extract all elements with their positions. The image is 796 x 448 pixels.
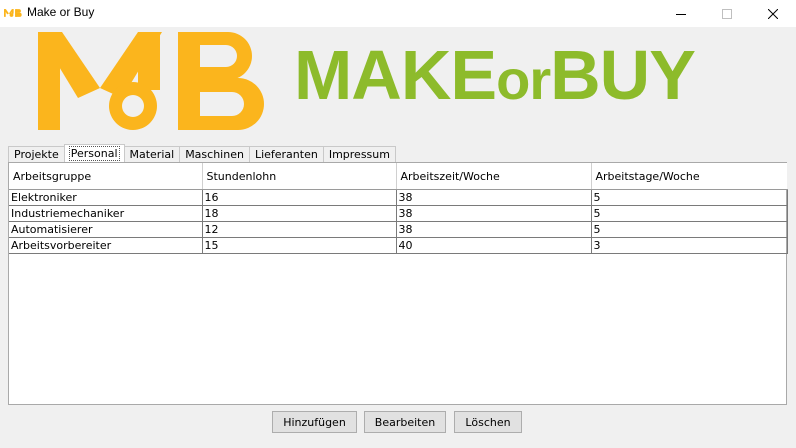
edit-button[interactable]: Bearbeiten: [364, 411, 446, 433]
add-button[interactable]: Hinzufügen: [272, 411, 357, 433]
table-cell[interactable]: 12: [201, 221, 397, 238]
minimize-button[interactable]: [658, 0, 704, 27]
personal-table: Arbeitsgruppe Stundenlohn Arbeitszeit/Wo…: [9, 163, 788, 254]
maximize-icon: [722, 8, 732, 19]
brand-name-buy: BUY: [550, 36, 696, 114]
tab-label: Projekte: [14, 148, 59, 161]
tab-personal[interactable]: Personal: [63, 144, 125, 162]
table-row[interactable]: Elektroniker 16 38 5: [9, 189, 788, 206]
table-cell[interactable]: 38: [395, 189, 592, 206]
table-cell[interactable]: Industriemechaniker: [9, 205, 203, 222]
column-header-arbeitszeit[interactable]: Arbeitszeit/Woche: [396, 163, 592, 190]
table-cell[interactable]: Automatisierer: [9, 221, 203, 238]
table-cell[interactable]: 38: [395, 221, 592, 238]
close-button[interactable]: [750, 0, 796, 27]
table-cell[interactable]: 5: [590, 205, 788, 222]
table-cell[interactable]: Arbeitsvorbereiter: [9, 237, 203, 254]
app-logo-icon: [4, 9, 22, 17]
close-icon: [768, 8, 778, 19]
tab-maschinen[interactable]: Maschinen: [179, 146, 250, 162]
table-cell[interactable]: 38: [395, 205, 592, 222]
table-header-row: Arbeitsgruppe Stundenlohn Arbeitszeit/Wo…: [9, 163, 787, 190]
table-cell[interactable]: 15: [201, 237, 397, 254]
column-header-stundenlohn[interactable]: Stundenlohn: [202, 163, 397, 190]
tab-projekte[interactable]: Projekte: [8, 146, 65, 162]
table-cell[interactable]: 3: [590, 237, 788, 254]
window-title: Make or Buy: [27, 5, 95, 19]
table-cell[interactable]: 40: [395, 237, 592, 254]
delete-button[interactable]: Löschen: [454, 411, 522, 433]
tab-bar: Projekte Personal Material Maschinen Lie…: [8, 144, 396, 162]
tab-label: Personal: [68, 146, 120, 161]
table-row[interactable]: Industriemechaniker 18 38 5: [9, 205, 788, 222]
table-cell[interactable]: 5: [590, 189, 788, 206]
brand-name-or: or: [496, 48, 551, 111]
personal-table-panel: Arbeitsgruppe Stundenlohn Arbeitszeit/Wo…: [8, 162, 788, 405]
title-bar: Make or Buy: [0, 0, 796, 27]
table-cell[interactable]: 5: [590, 221, 788, 238]
tab-label: Lieferanten: [254, 148, 318, 161]
table-cell[interactable]: Elektroniker: [9, 189, 203, 206]
mob-logo: [38, 32, 264, 130]
tab-label: Material: [129, 148, 175, 161]
table-row[interactable]: Automatisierer 12 38 5: [9, 221, 788, 238]
maximize-button[interactable]: [704, 0, 750, 27]
tab-material[interactable]: Material: [123, 146, 181, 162]
column-header-arbeitstage[interactable]: Arbeitstage/Woche: [591, 163, 787, 190]
table-cell[interactable]: 16: [201, 189, 397, 206]
table-cell[interactable]: 18: [201, 205, 397, 222]
tab-lieferanten[interactable]: Lieferanten: [248, 146, 324, 162]
brand-name-make: MAKE: [294, 36, 497, 114]
brand-name: MAKEorBUY: [294, 33, 696, 122]
minimize-icon: [676, 13, 686, 15]
tab-label: Maschinen: [185, 148, 244, 161]
tab-impressum[interactable]: Impressum: [322, 146, 396, 162]
tab-label: Impressum: [328, 148, 390, 161]
column-header-arbeitsgruppe[interactable]: Arbeitsgruppe: [9, 163, 203, 190]
table-row[interactable]: Arbeitsvorbereiter 15 40 3: [9, 237, 788, 254]
